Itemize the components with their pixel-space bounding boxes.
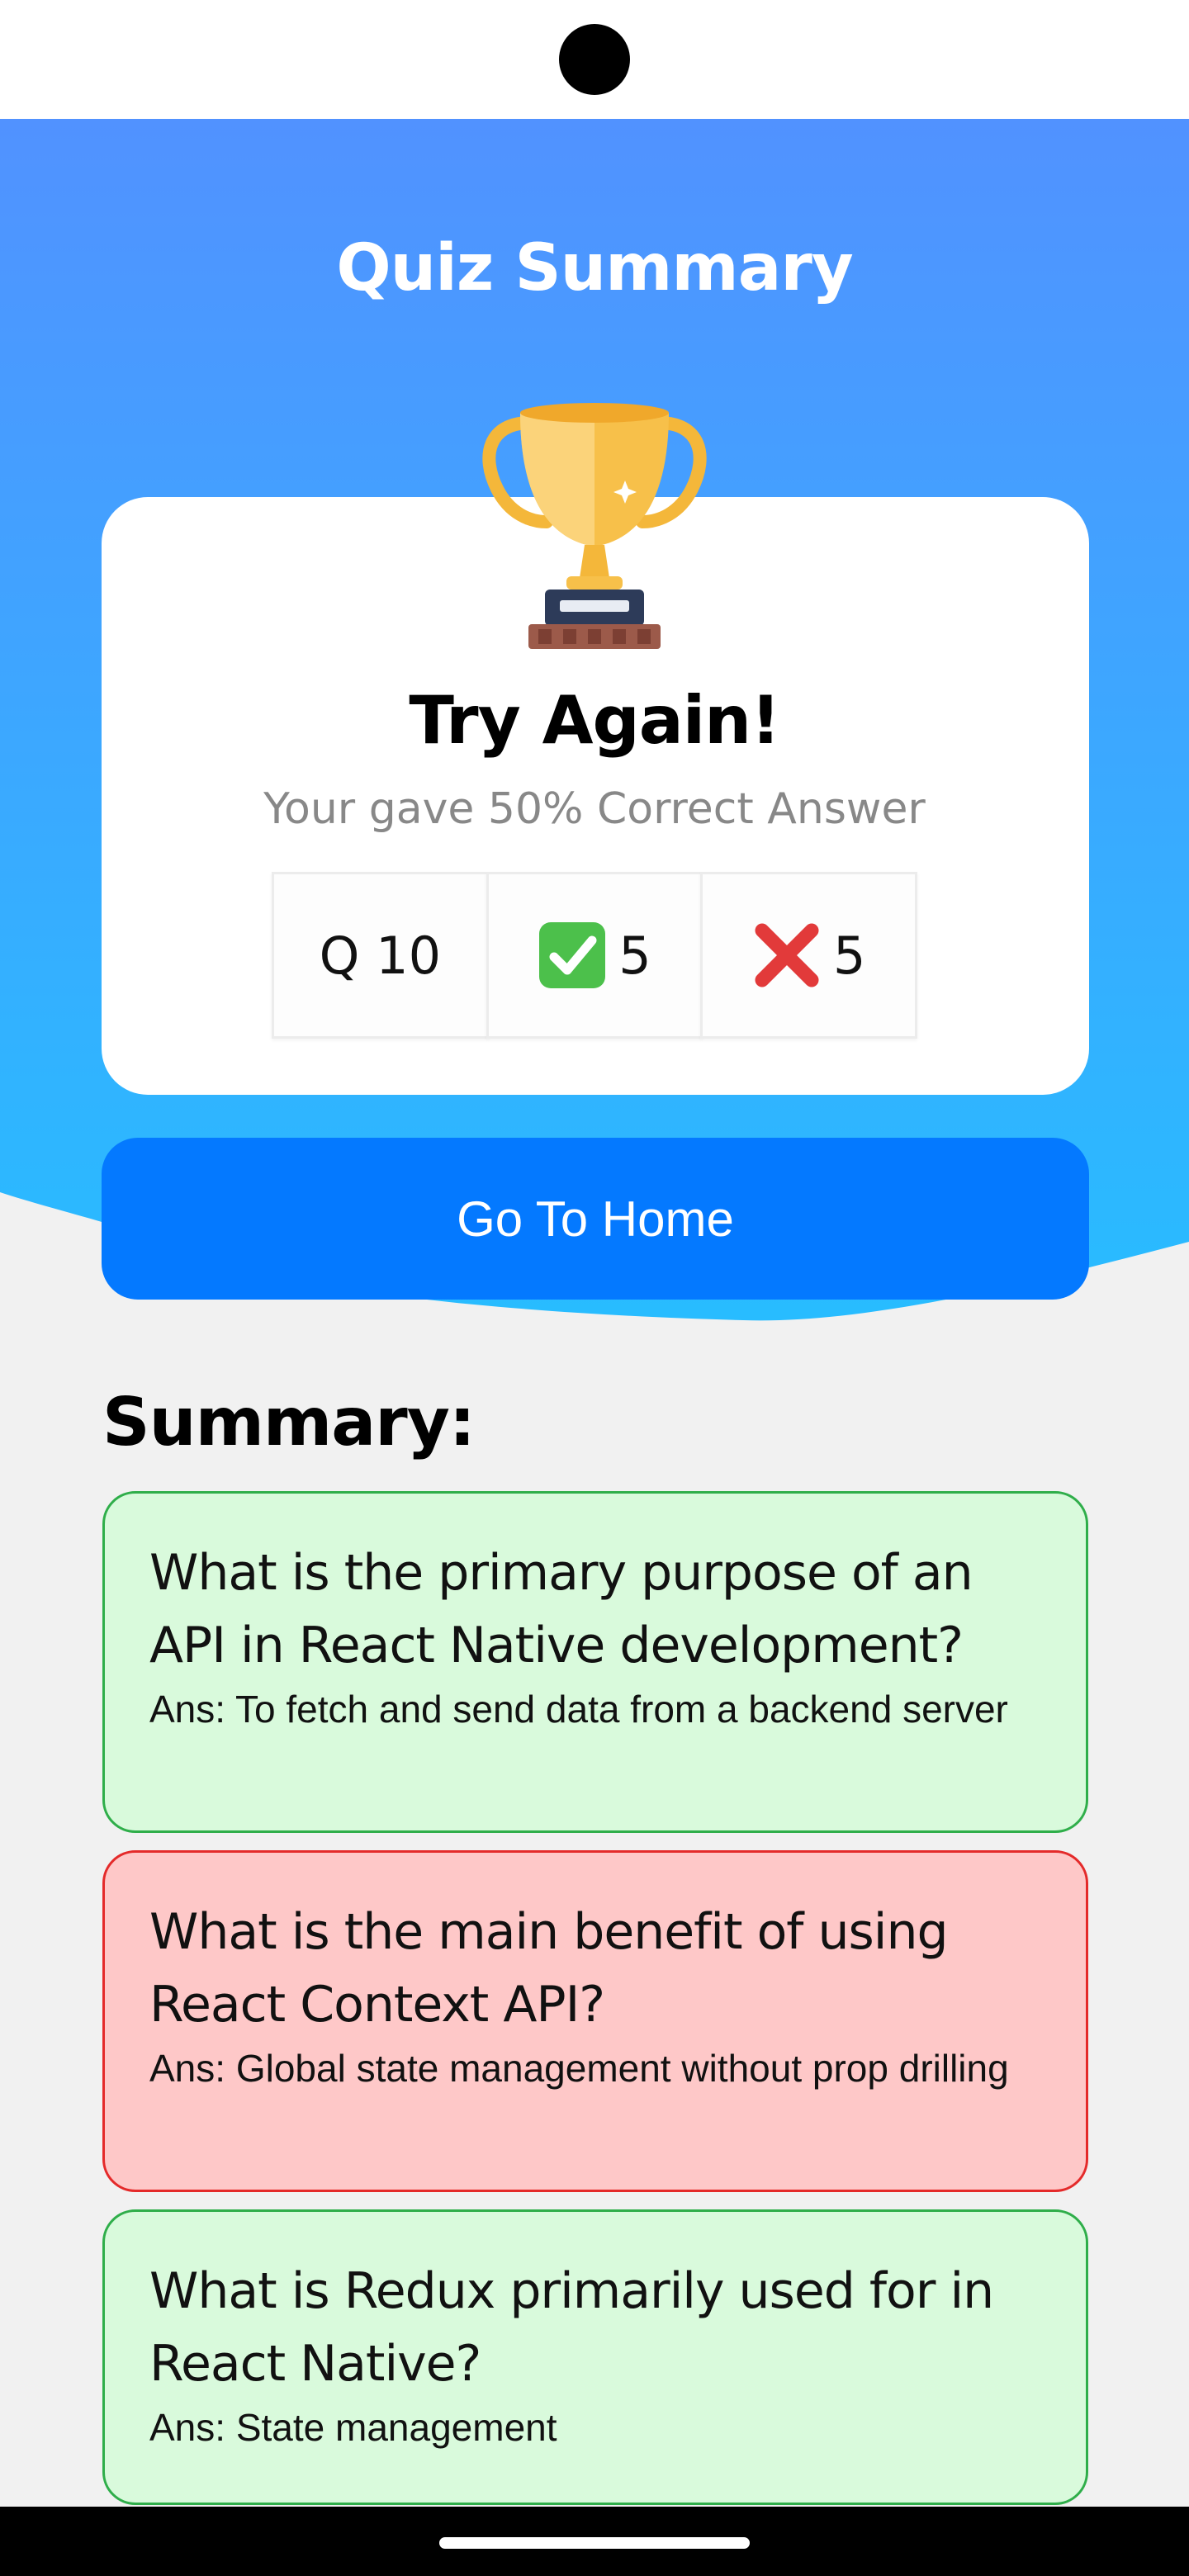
stat-correct-value: 5 [618, 925, 651, 986]
stat-total-value: Q 10 [319, 925, 442, 986]
go-to-home-button[interactable]: Go To Home [102, 1138, 1089, 1300]
summary-item: What is the primary purpose of an API in… [102, 1491, 1088, 1833]
summary-question: What is the main benefit of using React … [149, 1903, 949, 2034]
result-heading: Try Again! [409, 682, 780, 759]
summary-answer: Ans: State management [149, 2406, 557, 2449]
stat-wrong-value: 5 [832, 925, 866, 986]
home-gesture-handle[interactable] [439, 2537, 750, 2549]
status-bar [0, 0, 1189, 119]
summary-question: What is the primary purpose of an API in… [149, 1544, 973, 1674]
summary-question: What is Redux primarily used for in Reac… [149, 2262, 994, 2393]
summary-item: What is the main benefit of using React … [102, 1850, 1088, 2192]
stat-correct: 5 [486, 872, 703, 1039]
summary-answer: Ans: Global state management without pro… [149, 2047, 1009, 2090]
trophy-icon [481, 398, 708, 651]
stat-total-questions: Q 10 [272, 872, 489, 1039]
cross-mark-icon [752, 921, 822, 990]
result-subtitle: Your gave 50% Correct Answer [263, 784, 926, 834]
camera-cutout [559, 24, 630, 95]
stat-wrong: 5 [700, 872, 918, 1039]
summary-item: What is Redux primarily used for in Reac… [102, 2209, 1088, 2505]
stats-row: Q 10 5 5 [272, 872, 918, 1039]
page-title: Quiz Summary [336, 231, 853, 305]
summary-answer: Ans: To fetch and send data from a backe… [149, 1688, 1008, 1731]
check-mark-icon [538, 921, 607, 990]
summary-heading: Summary: [102, 1384, 476, 1461]
